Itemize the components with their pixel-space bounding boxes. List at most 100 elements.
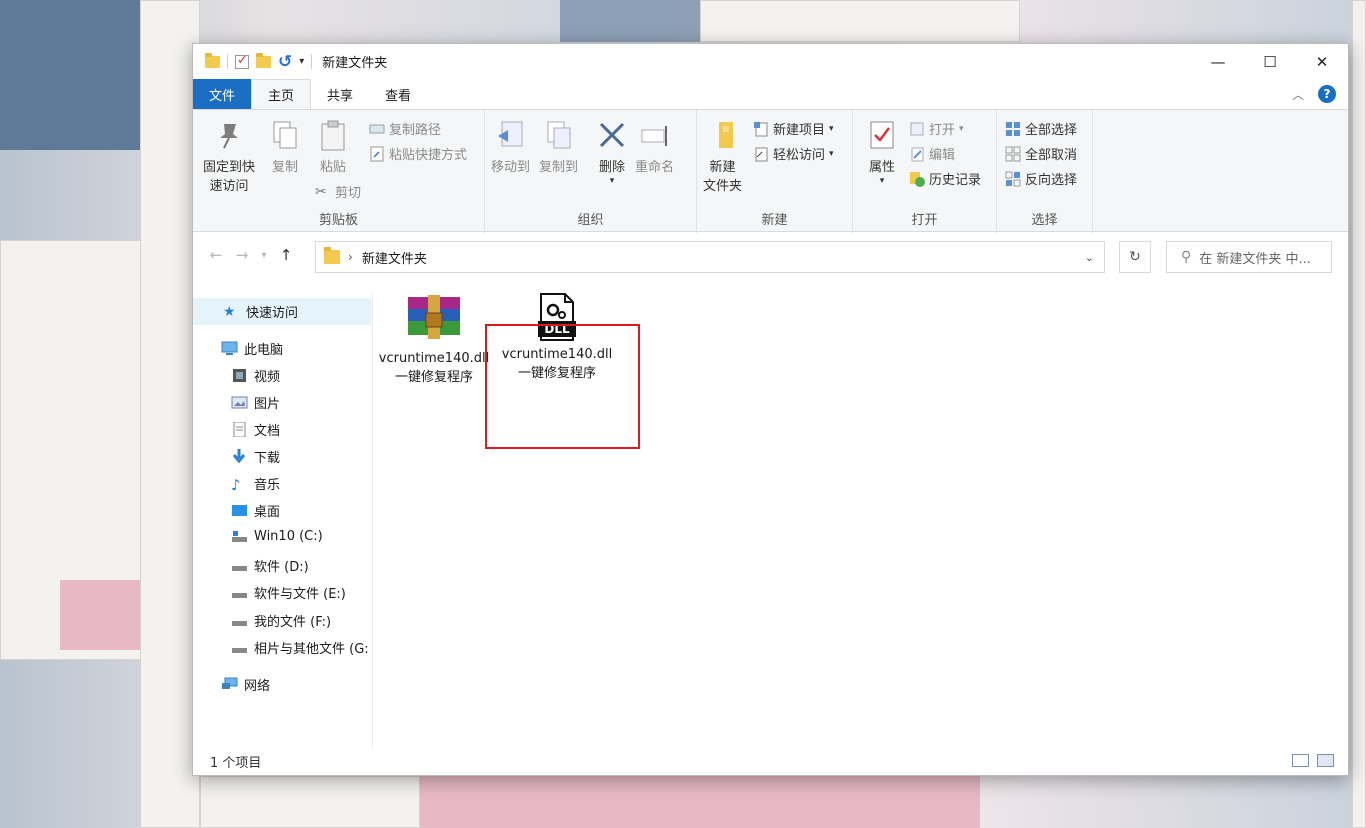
background-newspaper [1352, 0, 1366, 828]
folder-icon [205, 52, 220, 68]
nav-label: 下载 [254, 451, 281, 466]
copy-to-icon [542, 118, 576, 152]
nav-music[interactable]: ♪ 音乐 [231, 474, 280, 494]
paste-shortcut-button[interactable]: 粘贴快捷方式 [369, 144, 467, 163]
minimize-button[interactable]: — [1192, 44, 1244, 79]
search-input[interactable]: ⚲ 在 新建文件夹 中... [1166, 241, 1332, 273]
properties-icon[interactable] [235, 53, 249, 69]
music-note-icon: ♪ [231, 476, 241, 494]
delete-button[interactable]: 删除 ▾ [595, 118, 629, 186]
properties-label: 属性 [868, 160, 895, 175]
open-dropdown-icon: ▾ [959, 123, 964, 134]
file-item-archive[interactable]: vcruntime140.dll 一键修复程序 [374, 293, 494, 387]
invert-selection-label: 反向选择 [1025, 173, 1078, 188]
new-item-button[interactable]: 新建项目 ▾ [753, 119, 834, 138]
winrar-archive-icon [406, 293, 462, 345]
pictures-icon [231, 395, 248, 410]
nav-drive-e[interactable]: 软件与文件 (E:) [231, 583, 346, 602]
move-to-button[interactable]: 移动到 [491, 118, 530, 177]
rename-button[interactable]: 重命名 [635, 118, 674, 177]
copy-button[interactable]: 复制 [268, 118, 302, 177]
breadcrumb-folder[interactable]: 新建文件夹 [362, 248, 427, 267]
nav-pictures[interactable]: 图片 [231, 393, 280, 412]
new-folder-label-line2: 文件夹 [703, 179, 743, 194]
nav-drive-d[interactable]: 软件 (D:) [231, 556, 309, 575]
copy-to-button[interactable]: 复制到 [539, 118, 578, 177]
cut-button[interactable]: ✂ 剪切 [315, 182, 361, 202]
paste-shortcut-icon [369, 146, 385, 162]
new-folder-label: 新建 [709, 160, 736, 175]
refresh-button[interactable]: ↻ [1119, 241, 1151, 273]
tab-file[interactable]: 文件 [193, 79, 252, 109]
search-icon: ⚲ [1181, 249, 1192, 265]
delete-dropdown-icon[interactable]: ▾ [610, 177, 615, 186]
help-icon[interactable]: ? [1318, 85, 1336, 103]
background-newspaper [700, 0, 1020, 42]
back-arrow-icon[interactable]: ← [205, 246, 227, 264]
delete-x-icon [595, 118, 629, 152]
nav-downloads[interactable]: 下载 [231, 447, 280, 466]
nav-drive-g[interactable]: 相片与其他文件 (G: [231, 638, 371, 657]
drive-icon [231, 613, 248, 628]
chevron-down-icon[interactable]: ⌄ [1085, 251, 1094, 264]
address-bar[interactable]: › 新建文件夹 ⌄ [315, 241, 1105, 273]
file-name-line2: 一键修复程序 [394, 370, 473, 385]
nav-this-pc[interactable]: 此电脑 [221, 339, 283, 358]
forward-arrow-icon[interactable]: → [231, 246, 253, 264]
edit-button[interactable]: 编辑 [909, 144, 955, 163]
new-item-icon [753, 121, 769, 137]
close-button[interactable]: ✕ [1296, 44, 1348, 79]
nav-label: 软件 (D:) [254, 560, 309, 575]
open-label: 打开 [929, 123, 956, 138]
new-folder-icon[interactable] [256, 52, 271, 68]
nav-drive-f[interactable]: 我的文件 (F:) [231, 611, 331, 630]
nav-desktop[interactable]: 桌面 [231, 501, 280, 520]
desktop-icon [231, 503, 248, 518]
recent-locations-dropdown-icon[interactable]: ▾ [257, 250, 271, 261]
move-to-label: 移动到 [491, 160, 531, 175]
nav-network[interactable]: 网络 [221, 675, 270, 694]
open-icon [909, 121, 925, 137]
pin-to-quick-access-button[interactable]: 固定到快 速访问 [203, 118, 255, 196]
tab-home[interactable]: 主页 [251, 79, 312, 109]
copy-path-button[interactable]: 复制路径 [369, 119, 441, 138]
open-button[interactable]: 打开 ▾ [909, 119, 964, 138]
history-icon [909, 171, 925, 187]
background-photo [0, 0, 140, 150]
details-view-icon[interactable] [1292, 754, 1309, 767]
background-newspaper [140, 0, 200, 828]
tab-view[interactable]: 查看 [369, 79, 427, 109]
history-button[interactable]: 历史记录 [909, 169, 981, 188]
video-icon [231, 368, 248, 383]
new-folder-button[interactable]: 新建 文件夹 [703, 118, 742, 196]
select-none-icon [1005, 146, 1021, 162]
select-all-button[interactable]: 全部选择 [1005, 119, 1077, 138]
properties-button[interactable]: 属性 ▾ [865, 118, 899, 186]
nav-quick-access[interactable]: ★ 快速访问 [193, 298, 371, 325]
collapse-ribbon-icon[interactable]: ︿ [1292, 86, 1304, 103]
tab-share[interactable]: 共享 [311, 79, 369, 109]
navigation-bar: ← → ▾ ↑ › 新建文件夹 ⌄ ↻ ⚲ 在 新建文件夹 中... [193, 232, 1348, 280]
move-to-icon [494, 118, 528, 152]
nav-videos[interactable]: 视频 [231, 366, 280, 385]
nav-label: 网络 [244, 679, 271, 694]
customize-toolbar-dropdown-icon[interactable]: ▾ [299, 56, 304, 67]
document-icon [231, 421, 248, 438]
undo-icon[interactable]: ↺ [278, 52, 292, 72]
status-bar: 1 个项目 [193, 747, 1348, 775]
nav-documents[interactable]: 文档 [231, 420, 280, 439]
properties-dropdown-icon[interactable]: ▾ [880, 177, 885, 186]
chevron-right-icon[interactable]: › [348, 250, 353, 264]
large-icons-view-icon[interactable] [1317, 754, 1334, 767]
maximize-button[interactable]: ☐ [1244, 44, 1296, 79]
item-count: 1 个项目 [210, 755, 262, 771]
nav-drive-c[interactable]: Win10 (C:) [231, 529, 323, 544]
paste-button[interactable]: 粘贴 [316, 118, 350, 177]
nav-label: 我的文件 (F:) [254, 615, 332, 630]
select-none-button[interactable]: 全部取消 [1005, 144, 1077, 163]
up-arrow-icon[interactable]: ↑ [275, 246, 297, 264]
rename-label: 重命名 [635, 160, 675, 175]
easy-access-button[interactable]: 轻松访问 ▾ [753, 144, 834, 163]
drive-icon [231, 640, 248, 655]
invert-selection-button[interactable]: 反向选择 [1005, 169, 1077, 188]
